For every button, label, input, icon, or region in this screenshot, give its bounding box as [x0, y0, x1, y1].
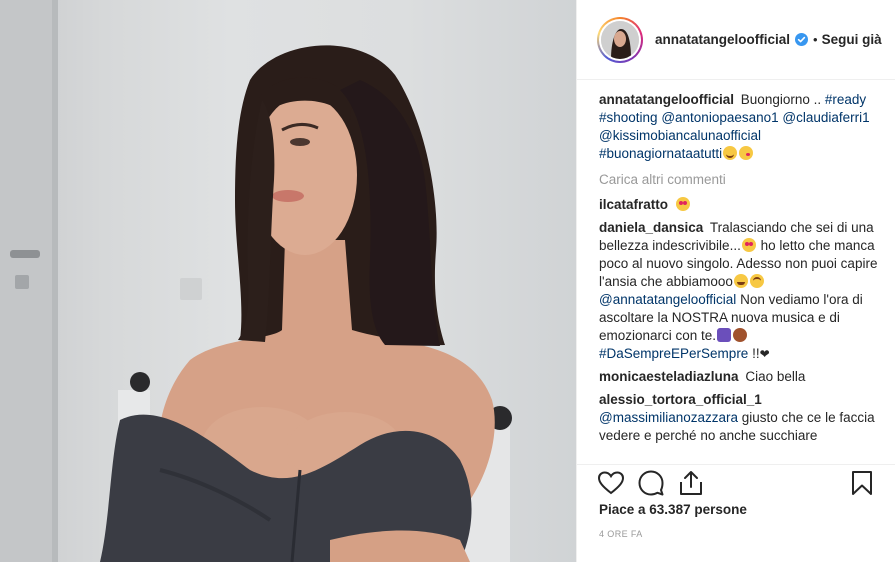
mention-link[interactable]: @antoniopaesano1	[661, 110, 778, 125]
music-emoji-icon	[717, 328, 732, 342]
laughing-emoji-icon	[733, 274, 748, 288]
comment-item: ilcatafratto	[599, 196, 879, 214]
hashtag-link[interactable]: #buonagiornataatutti	[599, 146, 722, 161]
following-button[interactable]: Segui già	[822, 32, 882, 47]
post-header: annatatangeloofficial • Segui già	[577, 0, 895, 80]
mention-link[interactable]: @annatatangeloofficial	[599, 292, 736, 307]
mention-link[interactable]: @claudiaferri1	[782, 110, 869, 125]
black-heart-icon: ❤	[759, 347, 770, 361]
comment-username[interactable]: monicaesteladiazluna	[599, 369, 739, 384]
hashtag-link[interactable]: #DaSempreEPerSempre	[599, 346, 748, 361]
bookmark-icon[interactable]	[848, 469, 876, 497]
post-author-username[interactable]: annatatangeloofficial	[655, 32, 790, 47]
comment-username[interactable]: ilcatafratto	[599, 197, 668, 212]
hashtag-link[interactable]: #shooting	[599, 110, 658, 125]
post-side-panel: annatatangeloofficial • Segui già annata…	[576, 0, 895, 562]
hashtag-link[interactable]: #ready	[825, 92, 866, 107]
comment-item: monicaesteladiazluna Ciao bella	[599, 368, 879, 386]
mention-link[interactable]: @massimilianozazzara	[599, 410, 738, 425]
share-icon[interactable]	[677, 469, 705, 497]
comment-text: Ciao bella	[745, 369, 806, 384]
instagram-post-view: annatatangeloofficial • Segui già annata…	[0, 0, 895, 562]
caption-username[interactable]: annatatangeloofficial	[599, 92, 734, 107]
kiss-emoji-icon	[739, 146, 754, 160]
heart-eyes-emoji-icon	[675, 197, 690, 211]
action-icon-row	[597, 469, 876, 501]
heart-eyes-emoji-icon	[741, 238, 756, 252]
caption-text: Buongiorno ..	[740, 92, 822, 107]
comment-icon[interactable]	[637, 469, 665, 497]
comment-item: alessio_tortora_official_1 @massimiliano…	[599, 391, 879, 445]
mention-link[interactable]: @kissimobiancalunaofficial	[599, 128, 761, 143]
verified-badge-icon	[795, 33, 809, 46]
comment-username[interactable]: daniela_dansica	[599, 220, 703, 235]
post-photo[interactable]	[0, 0, 576, 562]
avatar-story-ring[interactable]	[597, 16, 643, 63]
avatar	[601, 20, 639, 59]
post-photo-image	[0, 0, 512, 562]
heart-icon[interactable]	[597, 469, 625, 497]
comment-username[interactable]: alessio_tortora_official_1	[599, 392, 762, 407]
post-timestamp[interactable]: 4 ORE FA	[599, 529, 643, 539]
separator-dot: •	[813, 32, 818, 47]
post-actions: Piace a 63.387 persone 4 ORE FA	[577, 464, 895, 560]
smile-emoji-icon	[723, 146, 738, 160]
comments-list[interactable]: annatatangeloofficial Buongiorno .. #rea…	[577, 81, 895, 464]
upside-down-emoji-icon	[749, 274, 764, 288]
post-caption: annatatangeloofficial Buongiorno .. #rea…	[599, 91, 879, 163]
load-more-comments-link[interactable]: Carica altri commenti	[599, 172, 895, 187]
comment-text: !!	[752, 346, 760, 361]
comment-item: daniela_dansica Tralasciando che sei di …	[599, 219, 879, 363]
monkey-emoji-icon	[733, 328, 748, 342]
likes-count[interactable]: Piace a 63.387 persone	[599, 502, 747, 517]
